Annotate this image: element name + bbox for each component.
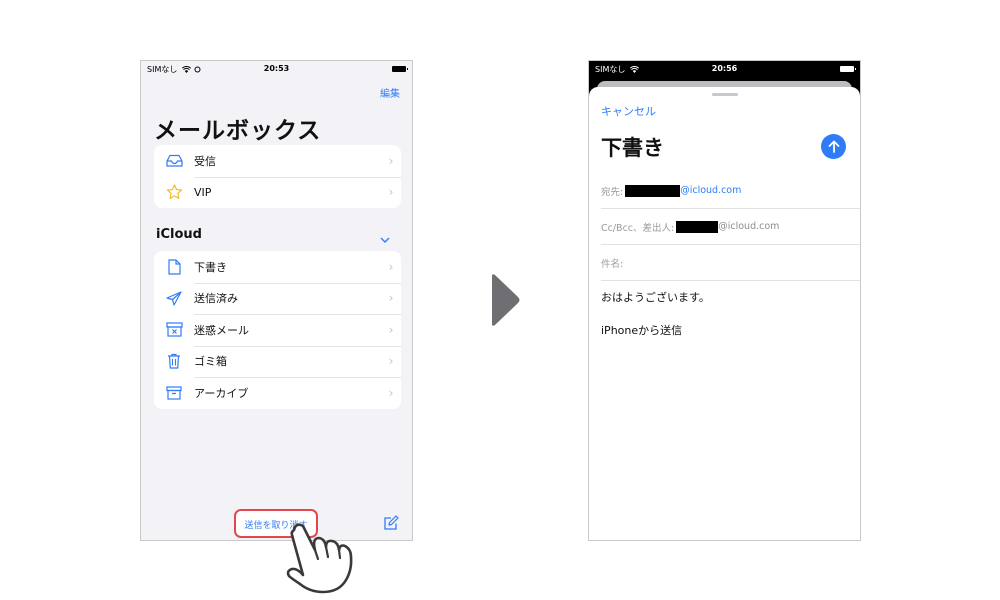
folder-item-junk[interactable]: 迷惑メール ›	[154, 314, 401, 346]
arrow-up-icon	[828, 140, 839, 153]
tutorial-stage: SIMなし 20:53 編集 メールボックス 受信 › VIP › iCloud…	[0, 0, 1000, 600]
chevron-right-icon: ›	[388, 153, 394, 168]
mailbox-item-inbox[interactable]: 受信 ›	[154, 145, 401, 177]
chevron-right-icon: ›	[388, 322, 394, 337]
compose-title: 下書き	[601, 136, 664, 160]
to-label: 宛先:	[601, 186, 624, 198]
folder-item-drafts[interactable]: 下書き ›	[154, 251, 401, 283]
compose-icon[interactable]	[383, 515, 399, 535]
edit-button[interactable]: 編集	[380, 85, 400, 100]
chevron-right-icon: ›	[388, 385, 394, 400]
to-field[interactable]: 宛先: @icloud.com	[601, 173, 860, 209]
mailbox-list: 受信 › VIP ›	[154, 145, 401, 208]
document-icon	[154, 259, 194, 275]
folder-label: アーカイブ	[194, 386, 249, 400]
folder-label: 下書き	[194, 260, 227, 274]
page-title: メールボックス	[154, 118, 322, 144]
folder-label: 送信済み	[194, 292, 238, 306]
cancel-button[interactable]: キャンセル	[601, 103, 656, 119]
chevron-right-icon: ›	[388, 354, 394, 369]
chevron-right-icon: ›	[388, 259, 394, 274]
folder-label: 迷惑メール	[194, 323, 249, 337]
paper-plane-icon	[154, 291, 194, 306]
status-time: 20:53	[263, 64, 290, 73]
chevron-right-icon: ›	[388, 291, 394, 306]
message-body-line[interactable]: おはようございます。	[601, 289, 710, 305]
sheet-grabber[interactable]	[711, 93, 738, 96]
subject-field[interactable]: 件名:	[601, 245, 860, 281]
status-bar: SIMなし 20:56	[589, 61, 860, 77]
cc-label: Cc/Bcc、差出人:	[601, 222, 675, 234]
mailboxes-screen: SIMなし 20:53 編集 メールボックス 受信 › VIP › iCloud…	[140, 60, 413, 541]
status-bar: SIMなし 20:53	[141, 61, 412, 77]
account-section-title: iCloud	[156, 227, 202, 242]
mailbox-label: VIP	[194, 185, 212, 199]
folder-list: 下書き › 送信済み › 迷惑メール › ゴミ箱 › アーカイブ ›	[154, 251, 401, 409]
to-address-domain: @icloud.com	[680, 185, 742, 196]
battery-icon	[840, 66, 856, 72]
archive-box-icon	[154, 386, 194, 400]
redacted-address	[676, 220, 719, 233]
mailbox-label: 受信	[194, 154, 216, 168]
battery-icon	[392, 66, 408, 72]
cc-bcc-from-field[interactable]: Cc/Bcc、差出人: @icloud.com	[601, 209, 860, 245]
folder-item-archive[interactable]: アーカイブ ›	[154, 377, 401, 409]
draft-screen: SIMなし 20:56 キャンセル 下書き 宛先: @icloud.com Cc…	[588, 60, 861, 541]
inbox-tray-icon	[154, 154, 194, 167]
trash-icon	[154, 353, 194, 369]
redacted-address	[625, 184, 681, 197]
folder-item-sent[interactable]: 送信済み ›	[154, 282, 401, 315]
compose-sheet: キャンセル 下書き 宛先: @icloud.com Cc/Bcc、差出人: @i…	[589, 87, 860, 540]
chevron-right-icon: ›	[388, 185, 394, 200]
mailbox-item-vip[interactable]: VIP ›	[154, 176, 401, 209]
subject-label: 件名:	[601, 258, 624, 270]
signature-line[interactable]: iPhoneから送信	[601, 322, 682, 338]
folder-item-trash[interactable]: ゴミ箱 ›	[154, 345, 401, 378]
status-time: 20:56	[711, 64, 738, 73]
junk-tray-icon	[154, 322, 194, 337]
star-icon	[154, 184, 194, 200]
tapping-hand-icon	[286, 523, 353, 594]
folder-label: ゴミ箱	[194, 355, 227, 369]
send-button[interactable]	[821, 134, 846, 159]
chevron-down-icon[interactable]	[380, 228, 390, 247]
triangle-right-icon	[492, 274, 520, 326]
from-address-domain: @icloud.com	[718, 221, 780, 232]
